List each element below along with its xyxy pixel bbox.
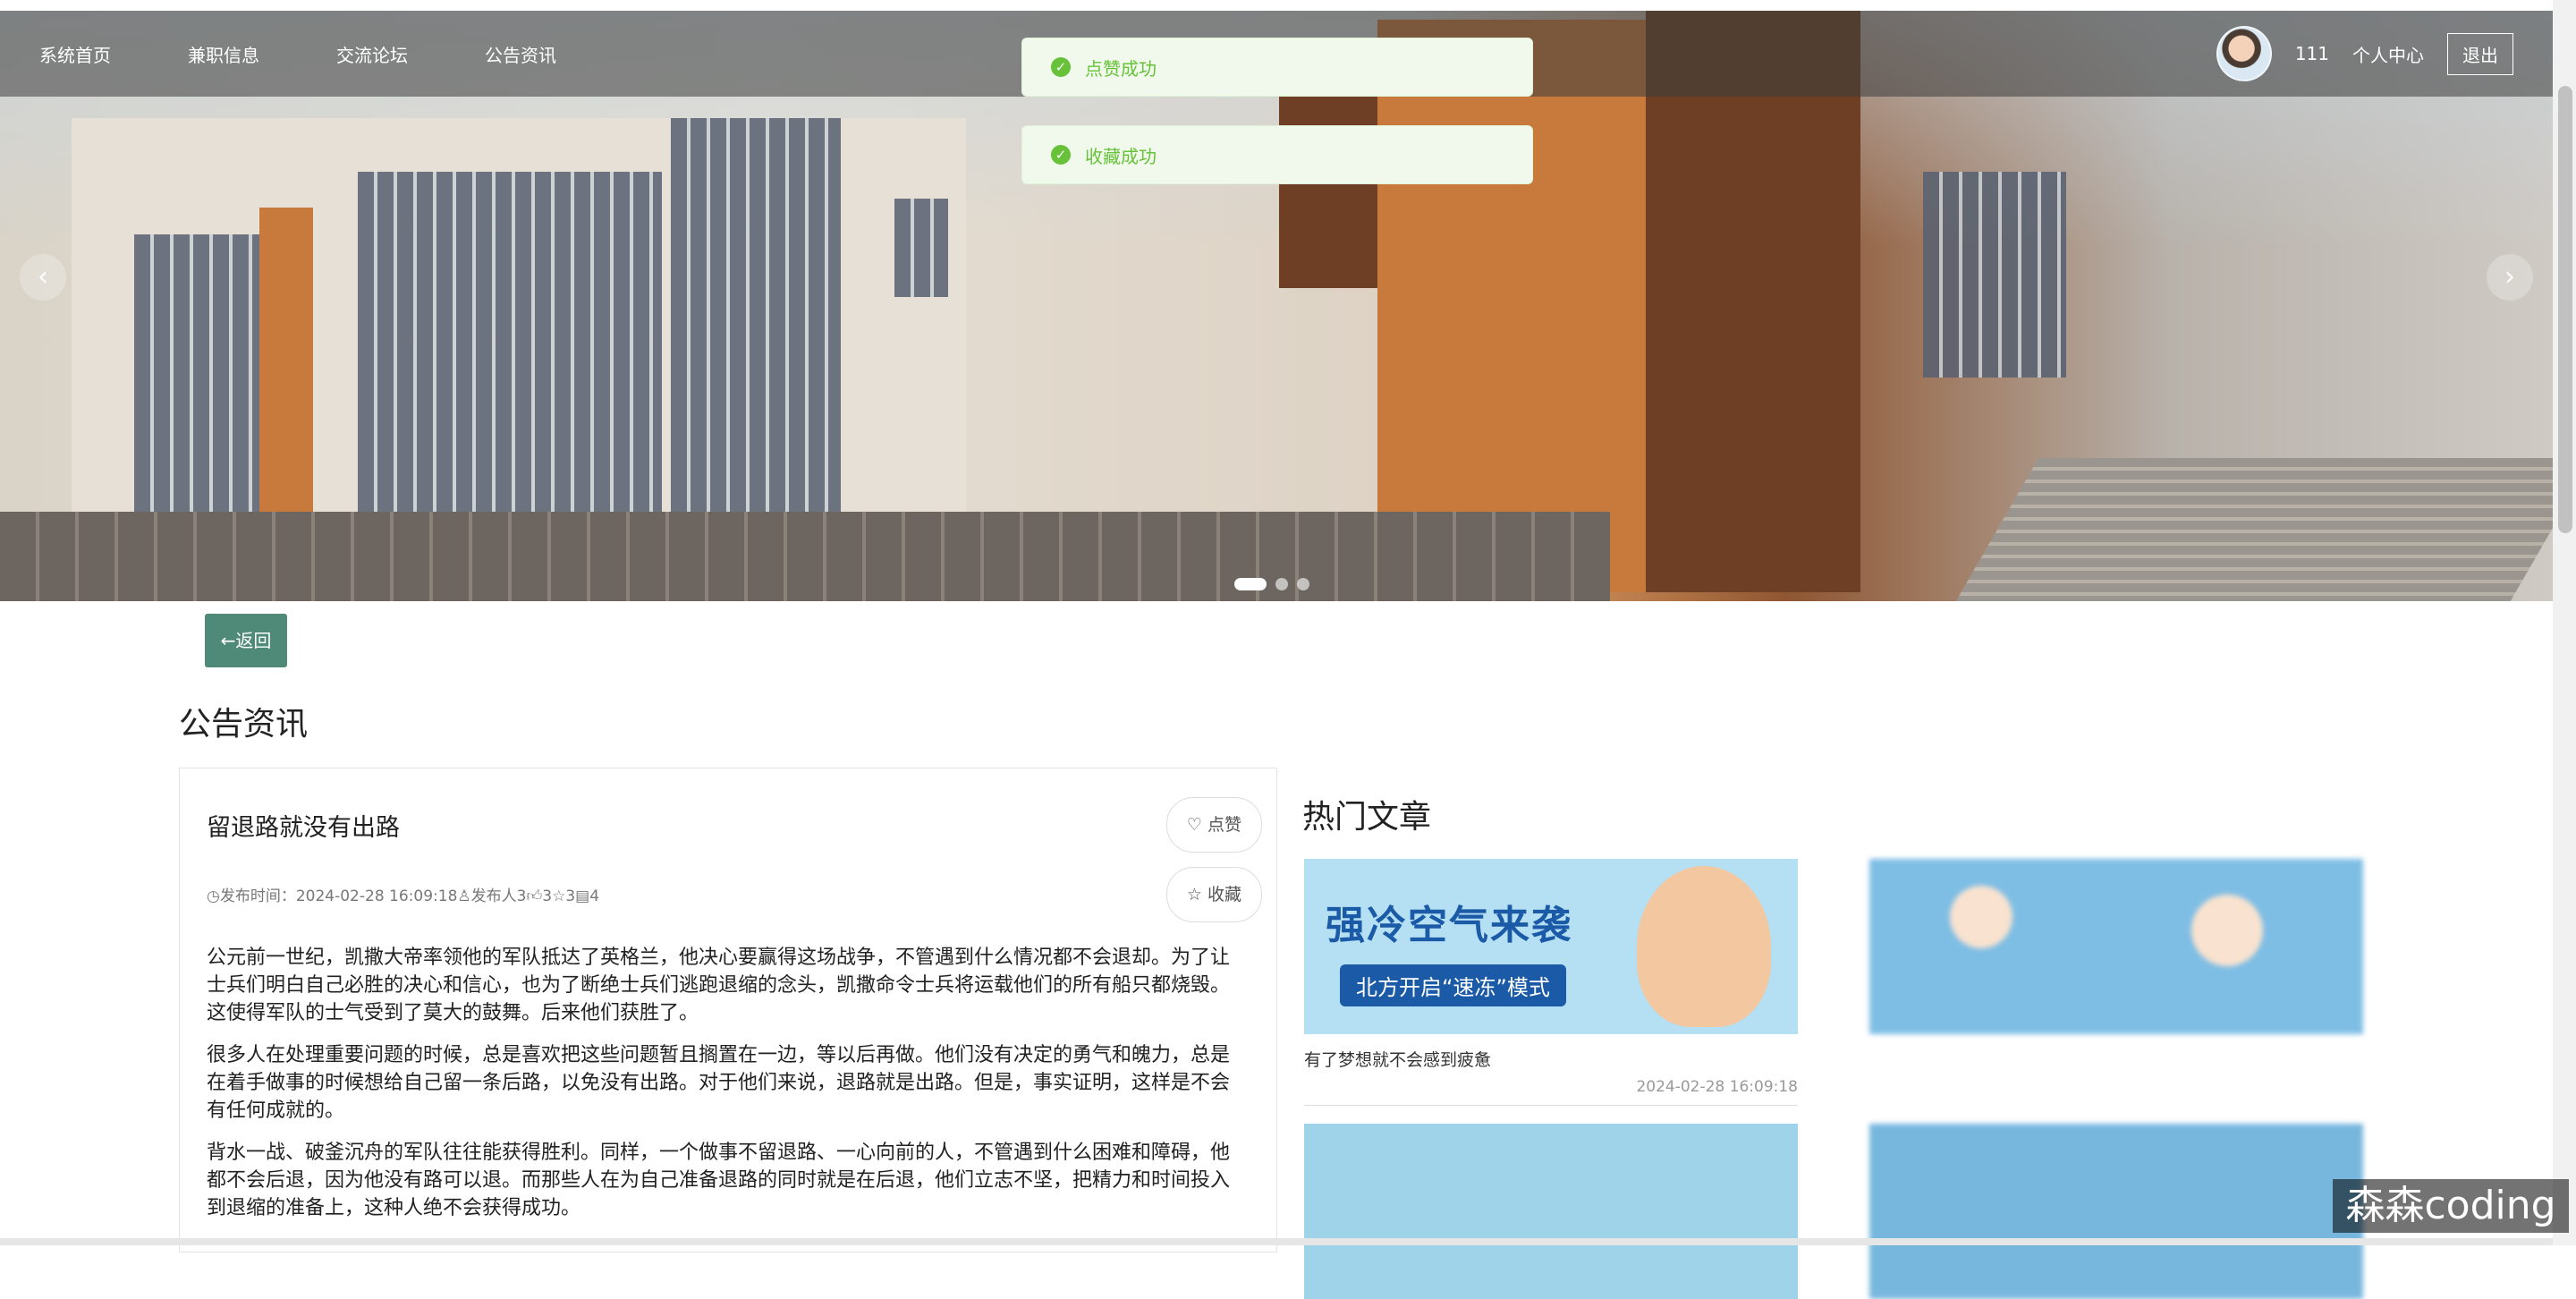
hot-article-card[interactable] <box>1869 859 2363 1034</box>
toast-favorite-success: ✓ 收藏成功 <box>1021 125 1533 184</box>
carousel-dot[interactable] <box>1234 578 1267 590</box>
horizontal-scrollbar[interactable] <box>0 1238 2553 1245</box>
watermark: 森森coding <box>2333 1179 2569 1233</box>
hot-article-card[interactable] <box>1304 1124 1798 1299</box>
article-meta: ◷发布时间：2024-02-28 16:09:18♙发布人3👍︎3☆3▤4 <box>207 883 599 905</box>
building-window <box>894 199 948 297</box>
comment-count: 4 <box>589 887 600 905</box>
image-banner-text: 强冷空气来袭 <box>1326 903 1572 948</box>
page-title: 公告资讯 <box>179 706 309 743</box>
building-window <box>358 172 662 548</box>
check-circle-icon: ✓ <box>1051 57 1071 77</box>
building-orange-panel <box>259 208 313 530</box>
carousel-dot[interactable] <box>1297 578 1309 590</box>
article-title: 留退路就没有出路 <box>207 814 400 842</box>
building-stairs <box>1950 458 2553 601</box>
article-card: 留退路就没有出路 ♡ 点赞 ☆ 收藏 ◷发布时间：2024-02-28 16:0… <box>179 768 1277 1252</box>
article-paragraph: 背水一战、破釜沉舟的军队往往能获得胜利。同样，一个做事不留退路、一心向前的人，不… <box>207 1142 1231 1219</box>
hot-article-image[interactable]: 强冷空气来袭 北方开启“速冻”模式 <box>1304 859 1798 1034</box>
building-orange-wall <box>1377 20 1646 592</box>
nav-item-home[interactable]: 系统首页 <box>39 41 111 67</box>
nav-item-news[interactable]: 公告资讯 <box>485 41 556 67</box>
building-dark-wall <box>1646 11 1860 592</box>
toast-like-success: ✓ 点赞成功 <box>1021 38 1533 97</box>
favorite-button-label: 收藏 <box>1207 885 1241 904</box>
toast-text: 收藏成功 <box>1085 145 1157 167</box>
hot-articles-title: 热门文章 <box>1302 799 1432 836</box>
scrollbar-thumb[interactable] <box>2558 86 2572 533</box>
personal-center-link[interactable]: 个人中心 <box>2352 41 2424 67</box>
hot-article-image[interactable] <box>1304 1124 1798 1299</box>
user-icon: ♙ <box>457 887 471 905</box>
hot-article-card[interactable] <box>1869 1124 2363 1299</box>
carousel-dot[interactable] <box>1275 578 1288 590</box>
hero-carousel: ‹ › <box>0 11 2553 601</box>
hot-article-caption[interactable]: 有了梦想就不会感到疲惫 <box>1304 1047 1798 1071</box>
article-paragraph: 很多人在处理重要问题的时候，总是喜欢把这些问题暂且搁置在一边，等以后再做。他们没… <box>207 1044 1231 1122</box>
user-area: 111 个人中心 退出 <box>2216 11 2513 97</box>
favorite-button[interactable]: ☆ 收藏 <box>1165 867 1262 922</box>
like-button-label: 点赞 <box>1207 815 1241 835</box>
comment-icon: ▤ <box>575 887 590 905</box>
nav-item-forum[interactable]: 交流论坛 <box>336 41 408 67</box>
person-illustration <box>2191 895 2263 966</box>
publish-time: 发布时间：2024-02-28 16:09:18 <box>219 887 458 905</box>
cartoon-face-image <box>1637 866 1771 1027</box>
carousel-prev-icon[interactable]: ‹ <box>20 254 66 301</box>
hot-article-card[interactable]: 强冷空气来袭 北方开启“速冻”模式 有了梦想就不会感到疲惫 2024-02-28… <box>1304 859 1798 1106</box>
nav-item-jobs[interactable]: 兼职信息 <box>188 41 259 67</box>
hot-article-image[interactable] <box>1869 1124 2363 1299</box>
building-brick-base <box>0 512 1610 601</box>
toast-text: 点赞成功 <box>1085 57 1157 80</box>
avatar[interactable] <box>2216 26 2272 81</box>
publisher: 发布人3 <box>470 887 527 905</box>
back-button[interactable]: ←返回 <box>205 614 287 667</box>
star-icon: ☆ <box>1186 885 1202 904</box>
article-paragraph: 公元前一世纪，凯撒大帝率领他的军队抵达了英格兰，他决心要赢得这场战争，不管遇到什… <box>207 947 1231 1024</box>
carousel-indicators <box>1234 578 1309 590</box>
logout-button[interactable]: 退出 <box>2447 32 2513 75</box>
thumb-icon: 👍︎ <box>526 887 543 905</box>
username: 111 <box>2294 43 2329 64</box>
building-window <box>671 118 841 530</box>
check-circle-icon: ✓ <box>1051 145 1071 165</box>
hot-article-date: 2024-02-28 16:09:18 <box>1304 1078 1798 1106</box>
vertical-scrollbar[interactable] <box>2553 0 2576 1245</box>
like-count: 3 <box>542 887 553 905</box>
like-button[interactable]: ♡ 点赞 <box>1165 797 1262 853</box>
image-sub-banner: 北方开启“速冻”模式 <box>1340 964 1566 1006</box>
favorite-count: 3 <box>565 887 576 905</box>
clock-icon: ◷ <box>207 887 220 905</box>
carousel-next-icon[interactable]: › <box>2487 254 2533 301</box>
hot-article-image[interactable] <box>1869 859 2363 1034</box>
person-illustration <box>1950 886 2012 948</box>
article-body: 公元前一世纪，凯撒大帝率领他的军队抵达了英格兰，他决心要赢得这场战争，不管遇到什… <box>207 944 1244 1236</box>
star-icon: ☆ <box>552 887 566 905</box>
heart-icon: ♡ <box>1186 815 1202 835</box>
building-window <box>1923 172 2066 378</box>
